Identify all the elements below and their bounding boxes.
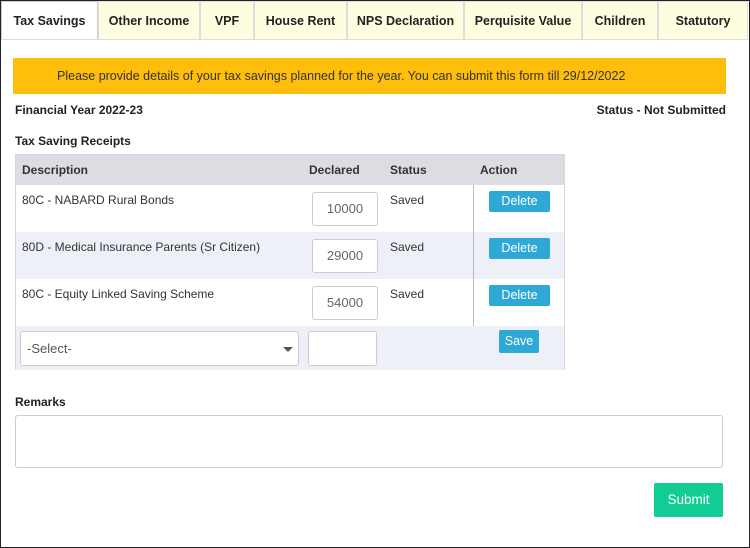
declared-amount-input[interactable]: 10000	[312, 192, 378, 226]
tab-perquisite-value[interactable]: Perquisite Value	[464, 1, 582, 40]
row-description: 80D - Medical Insurance Parents (Sr Citi…	[22, 240, 261, 254]
tab-nps-declaration[interactable]: NPS Declaration	[347, 1, 464, 40]
delete-button[interactable]: Delete	[489, 238, 550, 259]
declared-amount-input[interactable]: 54000	[312, 286, 378, 320]
section-select[interactable]: -Select-	[20, 331, 299, 366]
tab-children[interactable]: Children	[582, 1, 658, 40]
row-description: 80C - Equity Linked Saving Scheme	[22, 287, 215, 301]
submit-button[interactable]: Submit	[654, 483, 723, 517]
financial-year-label: Financial Year 2022-23	[15, 103, 143, 117]
submission-status: Status - Not Submitted	[596, 103, 726, 117]
delete-button[interactable]: Delete	[489, 191, 550, 212]
save-button[interactable]: Save	[499, 330, 539, 353]
section-title: Tax Saving Receipts	[15, 134, 131, 148]
remarks-label: Remarks	[15, 395, 66, 409]
header-declared: Declared	[309, 163, 360, 177]
tab-vpf[interactable]: VPF	[200, 1, 254, 40]
table-header: Description Declared Status Action	[16, 155, 564, 185]
tax-saving-table: Description Declared Status Action 80C -…	[15, 154, 565, 370]
deadline-alert: Please provide details of your tax savin…	[13, 58, 726, 94]
new-entry-row: -Select- Save	[16, 326, 564, 370]
row-status: Saved	[390, 193, 425, 207]
tab-house-rent[interactable]: House Rent	[254, 1, 347, 40]
tab-tax-savings[interactable]: Tax Savings	[1, 1, 98, 40]
action-column-divider	[473, 185, 474, 326]
delete-button[interactable]: Delete	[489, 285, 550, 306]
header-description: Description	[22, 163, 89, 177]
header-status: Status	[390, 163, 427, 177]
tab-underline	[1, 39, 748, 40]
tab-bar: Tax Savings Other Income VPF House Rent …	[1, 1, 748, 40]
table-row: 80C - Equity Linked Saving Scheme 54000 …	[16, 279, 564, 326]
tab-other-income[interactable]: Other Income	[98, 1, 200, 40]
row-status: Saved	[390, 287, 425, 301]
remarks-textarea[interactable]	[15, 415, 723, 468]
row-status: Saved	[390, 240, 425, 254]
section-select-value: -Select-	[27, 341, 72, 356]
header-action: Action	[480, 163, 518, 177]
new-amount-input[interactable]	[308, 331, 377, 366]
declared-amount-input[interactable]: 29000	[312, 239, 378, 273]
table-row: 80D - Medical Insurance Parents (Sr Citi…	[16, 232, 564, 279]
tab-statutory[interactable]: Statutory	[658, 1, 748, 40]
table-row: 80C - NABARD Rural Bonds 10000 Saved Del…	[16, 185, 564, 232]
chevron-down-icon	[283, 347, 293, 352]
row-description: 80C - NABARD Rural Bonds	[22, 193, 175, 207]
